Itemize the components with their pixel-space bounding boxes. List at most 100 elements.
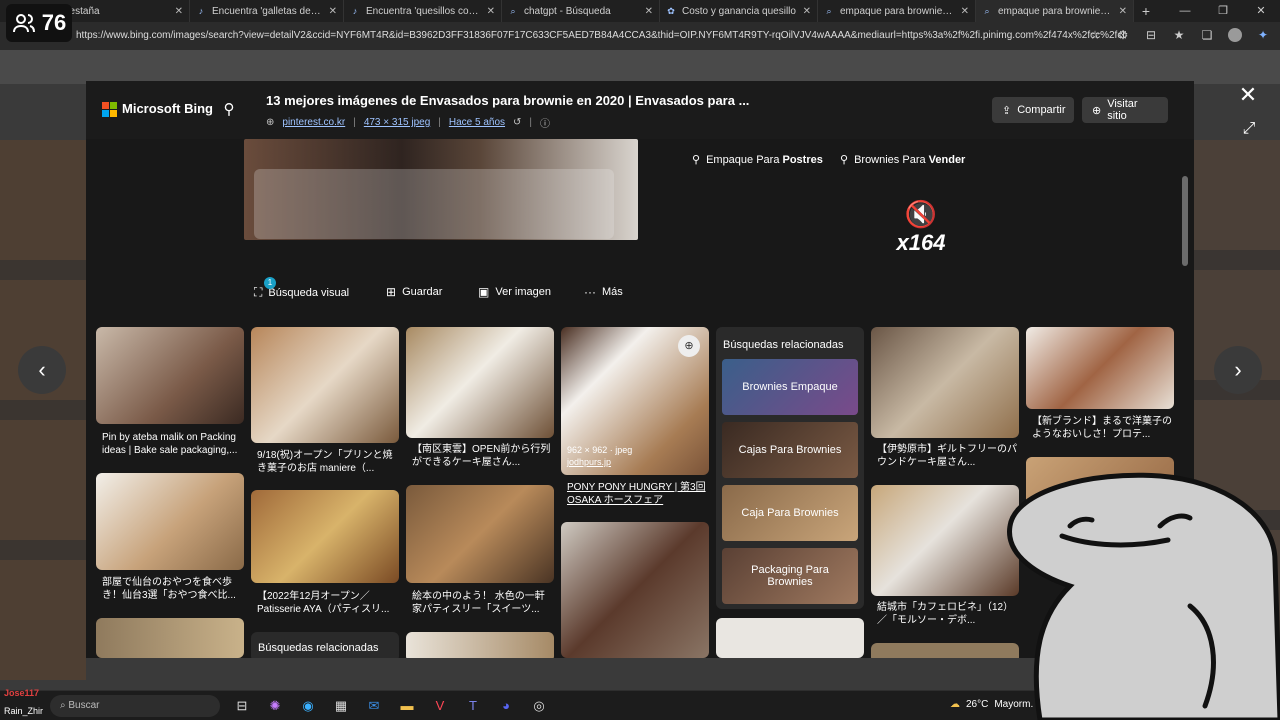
separator: | (353, 117, 356, 128)
extensions-icon[interactable]: ⚙ (1116, 26, 1130, 44)
tile-label: Brownies Empaque (742, 381, 838, 393)
result-caption[interactable]: 9/18(祝)オープン「プリンと焼き菓子のお店 maniere（... (257, 449, 397, 475)
tab-5[interactable]: ✿ Costo y ganancia quesillo ✕ (660, 0, 818, 22)
previous-arrow-button[interactable]: ‹ (18, 346, 66, 394)
new-tab-button[interactable]: + (1134, 3, 1158, 19)
result-title-link[interactable]: PONY PONY HUNGRY | 第3回OSAKA ホースフェア (567, 481, 713, 507)
close-icon[interactable]: ✕ (175, 6, 183, 17)
result-image[interactable] (406, 327, 554, 438)
related-tile-packaging[interactable]: Packaging Para Brownies (722, 548, 858, 604)
star-icon[interactable]: ☆ (1088, 26, 1102, 44)
close-icon[interactable]: ✕ (645, 6, 653, 17)
main-preview-image[interactable] (244, 139, 638, 240)
image-size: 962 × 962 · jpeg (567, 445, 633, 455)
tab-6[interactable]: ⌕ empaque para brownie - Búsque ✕ (818, 0, 976, 22)
avatar[interactable] (1228, 28, 1242, 42)
related-chip-postres[interactable]: ⚲ Empaque Para Postres (692, 153, 823, 167)
share-button[interactable]: ⇪ Compartir (992, 97, 1074, 123)
result-caption[interactable]: 部屋で仙台のおやつを食べ歩き！仙台3選「おやつ食べ比... (102, 576, 242, 602)
discord-icon[interactable]: ◕ (496, 695, 516, 717)
related-tile-cajas[interactable]: Cajas Para Brownies (722, 422, 858, 478)
result-image[interactable] (561, 522, 709, 658)
result-image[interactable] (251, 490, 399, 583)
result-image[interactable] (406, 632, 554, 658)
split-screen-icon[interactable]: ⊟ (1144, 26, 1158, 44)
explorer-icon[interactable]: ▬ (397, 695, 417, 717)
tile-label: Cajas Para Brownies (738, 444, 842, 456)
image-info: 962 × 962 · jpeg jodhpurs.jp (567, 444, 632, 468)
tab-7-active[interactable]: ⌕ empaque para brownie - Búsque ✕ (976, 0, 1134, 22)
result-caption[interactable]: 結城市「カフェロビネ」（12）／「モルソー・デボ... (877, 601, 1017, 627)
outlook-icon[interactable]: ✉ (364, 695, 384, 717)
teams-icon[interactable]: T (463, 695, 483, 717)
scrollbar[interactable] (1182, 176, 1188, 266)
collections-icon[interactable]: ❏ (1200, 26, 1214, 44)
background-left-images (0, 140, 86, 680)
more-button[interactable]: ··· Más (584, 285, 623, 299)
close-icon[interactable]: ✕ (961, 6, 969, 17)
result-image[interactable] (1026, 327, 1174, 409)
result-caption[interactable]: 【新ブランド】まるで洋菓子のようなおいしさ！プロテ... (1032, 415, 1172, 441)
result-image[interactable] (96, 618, 244, 658)
next-arrow-button[interactable]: › (1214, 346, 1262, 394)
task-view-icon[interactable]: ⊟ (232, 695, 252, 717)
close-icon[interactable]: ✕ (487, 6, 495, 17)
url-field[interactable]: https://www.bing.com/images/search?view=… (76, 27, 1126, 45)
search-icon[interactable]: ⚲ (218, 100, 240, 122)
result-caption[interactable]: 【伊勢原市】ギルトフリーのパウンドケーキ屋さん... (877, 443, 1017, 469)
result-caption[interactable]: 【2022年12月オープン／Patisserie AYA（パティスリ... (257, 590, 397, 616)
related-tile-brownies-empaque[interactable]: Brownies Empaque (722, 359, 858, 415)
close-icon[interactable]: ✕ (329, 6, 337, 17)
copilot-icon[interactable]: ✦ (1256, 26, 1270, 44)
result-image[interactable] (406, 485, 554, 583)
result-image[interactable] (96, 473, 244, 570)
tab-3[interactable]: ♪ Encuentra 'quesillos como hacer' ✕ (344, 0, 502, 22)
result-caption[interactable]: 【南区東雲】OPEN前から行列ができるケーキ屋さん... (412, 443, 552, 469)
save-button[interactable]: ⊞ Guardar (386, 285, 442, 299)
store-icon[interactable]: ▦ (331, 695, 351, 717)
source-link[interactable]: pinterest.co.kr (282, 117, 345, 128)
close-modal-button[interactable]: ✕ (1232, 81, 1264, 109)
maximize-icon[interactable]: ❐ (1204, 0, 1242, 22)
close-icon[interactable]: ✕ (803, 6, 811, 17)
action-label: Guardar (402, 286, 443, 298)
history-icon: ↺ (513, 117, 522, 128)
copilot-icon[interactable]: ✺ (265, 695, 285, 717)
edge-icon[interactable]: ◉ (298, 695, 318, 717)
expand-icon[interactable]: ⤢ (1236, 116, 1262, 142)
save-image-icon[interactable]: ⊕ (678, 335, 700, 357)
minimize-icon[interactable]: — (1166, 0, 1204, 22)
search-icon: ⌕ (826, 6, 832, 16)
result-image[interactable] (251, 327, 399, 443)
result-image[interactable] (96, 327, 244, 424)
close-icon[interactable]: ✕ (1119, 6, 1127, 17)
overlay-number: x164 (896, 230, 946, 255)
related-chip-vender[interactable]: ⚲ Brownies Para Vender (840, 153, 965, 167)
result-image[interactable] (871, 643, 1019, 658)
taskbar-search[interactable]: ⌕ Buscar (50, 695, 220, 717)
result-caption[interactable]: 絵本の中のよう！ 水色の一軒家パティスリー「スイーツ... (412, 590, 552, 616)
obs-icon[interactable]: ◎ (529, 695, 549, 717)
valorant-icon[interactable]: V (430, 695, 450, 717)
info-icon[interactable]: ⓘ (540, 115, 550, 130)
tab-2[interactable]: ♪ Encuentra 'galletas de mantequill ✕ (190, 0, 344, 22)
modal-header: Microsoft Bing ⚲ 13 mejores imágenes de … (86, 81, 1194, 139)
search-icon: ⚲ (692, 154, 701, 166)
visit-site-button[interactable]: ⊕ Visitar sitio (1082, 97, 1168, 123)
age-link[interactable]: Hace 5 años (449, 117, 505, 128)
result-image[interactable] (871, 327, 1019, 438)
result-image[interactable] (871, 485, 1019, 596)
image-source[interactable]: jodhpurs.jp (567, 456, 632, 468)
mute-icon: 🔇 (904, 199, 938, 229)
tab-4[interactable]: ⌕ chatgpt - Búsqueda ✕ (502, 0, 660, 22)
close-window-icon[interactable]: ✕ (1242, 0, 1280, 22)
view-image-button[interactable]: ▣ Ver imagen (478, 285, 551, 299)
dimensions-link[interactable]: 473 × 315 jpeg (364, 117, 430, 128)
result-image[interactable] (716, 618, 864, 658)
result-caption[interactable]: Pin by ateba malik on Packing ideas | Ba… (102, 431, 242, 457)
related-tile-caja[interactable]: Caja Para Brownies (722, 485, 858, 541)
image-title[interactable]: 13 mejores imágenes de Envasados para br… (266, 93, 749, 108)
bing-logo[interactable]: Microsoft Bing (102, 101, 213, 117)
favorites-icon[interactable]: ★ (1172, 26, 1186, 44)
chip-prefix: Empaque Para (706, 153, 783, 166)
